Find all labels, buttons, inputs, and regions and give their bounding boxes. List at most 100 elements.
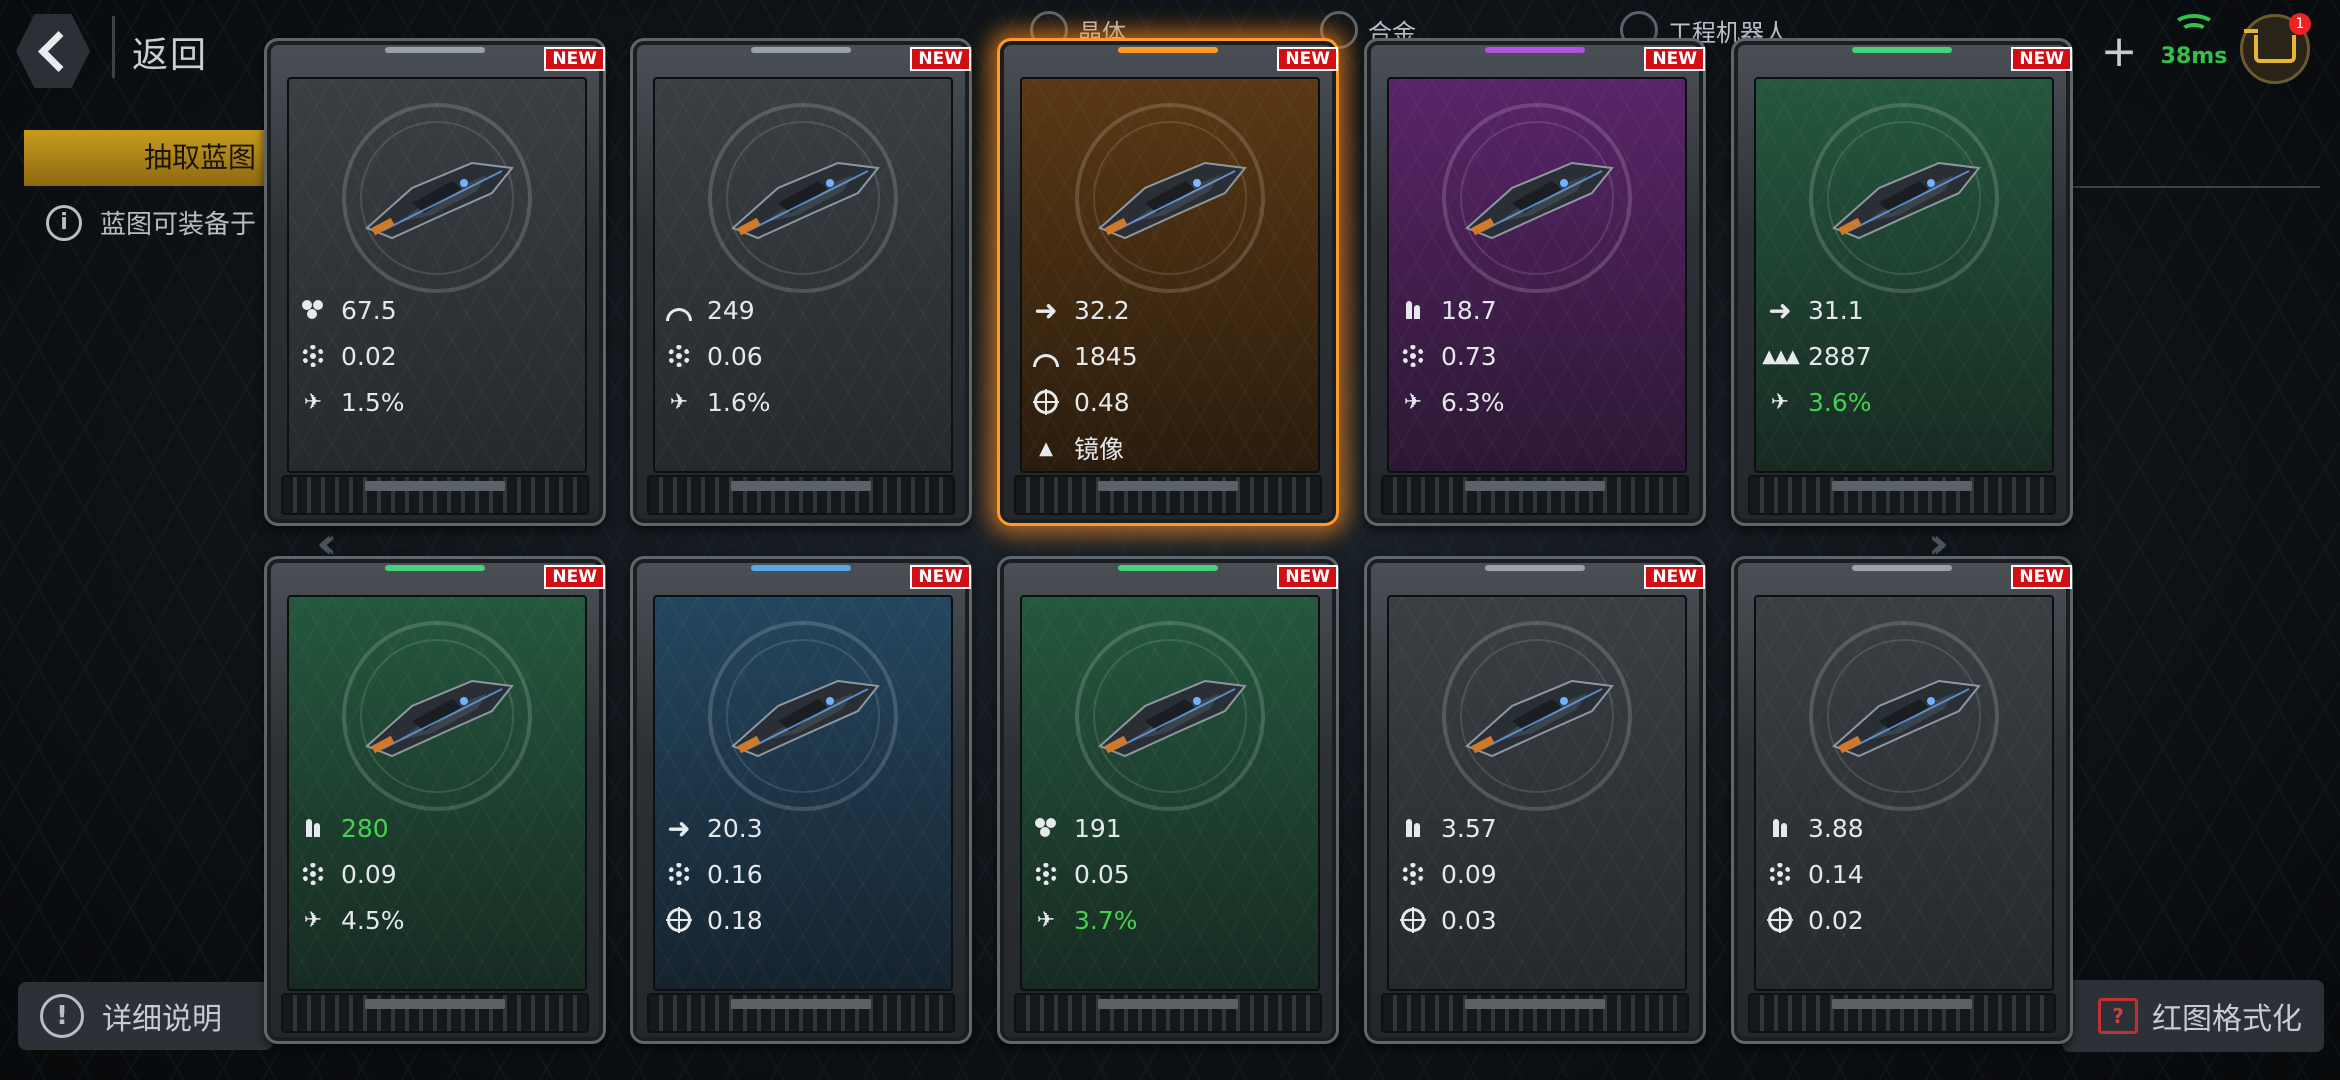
crosshair-icon	[1032, 388, 1060, 416]
stat-row: 18.7	[1399, 287, 1675, 333]
detail-button[interactable]: ! 详细说明	[18, 982, 273, 1050]
stat-value: 20.3	[707, 813, 763, 843]
hint-text: 蓝图可装备于	[100, 210, 257, 240]
stat-row: 0.09	[1399, 851, 1675, 897]
card-base	[1381, 475, 1689, 515]
stat-value: 6.3%	[1441, 387, 1505, 417]
card-base	[647, 993, 955, 1033]
blueprint-card[interactable]: NEW 18.7 0.73 ✈ 6.3%	[1364, 38, 1706, 526]
gear-icon	[1399, 342, 1427, 370]
info-icon: !	[40, 994, 84, 1038]
ship-image	[352, 133, 522, 263]
stat-value: 3.7%	[1074, 905, 1138, 935]
blueprint-card[interactable]: NEW ➜ 20.3 0.16 0.18	[630, 556, 972, 1044]
stat-row: 1845	[1032, 333, 1308, 379]
stat-row: 249	[665, 287, 941, 333]
stat-row: 0.18	[665, 897, 941, 943]
blueprint-card[interactable]: NEW 191 0.05 ✈ 3.7%	[997, 556, 1339, 1044]
format-icon: ?	[2098, 998, 2138, 1034]
ship-image	[1085, 133, 1255, 263]
blueprint-card[interactable]: NEW ➜ 31.1 ▲▲▲ 2887 ✈ 3.6%	[1731, 38, 2073, 526]
card-panel: 191 0.05 ✈ 3.7%	[1020, 595, 1320, 991]
stat-row: 0.48	[1032, 379, 1308, 425]
blueprint-card[interactable]: NEW ➜ 32.2 1845 0.48 ▲ 镜像	[997, 38, 1339, 526]
ship-image	[718, 651, 888, 781]
stat-value: 镜像	[1074, 435, 1125, 464]
ammo-icon	[1399, 814, 1427, 842]
stat-row: ✈ 4.5%	[299, 897, 575, 943]
network-status: 38ms	[2160, 14, 2228, 69]
detail-label: 详细说明	[102, 1002, 222, 1037]
rocket-icon: ✈	[303, 389, 323, 415]
blueprint-card[interactable]: NEW 3.57 0.09 0.03	[1364, 556, 1706, 1044]
card-panel: 249 0.06 ✈ 1.6%	[653, 77, 953, 473]
stat-value: 0.14	[1808, 859, 1864, 889]
ship-image	[1452, 133, 1622, 263]
card-panel: ➜ 31.1 ▲▲▲ 2887 ✈ 3.6%	[1754, 77, 2054, 473]
stat-row: ✈ 1.5%	[299, 379, 575, 425]
add-resource-button[interactable]: +	[2098, 30, 2140, 74]
new-badge: NEW	[2011, 47, 2072, 71]
dome-icon	[1032, 342, 1060, 370]
stat-value: 3.57	[1441, 813, 1497, 843]
stat-value: 0.18	[707, 905, 763, 935]
rocket-icon: ✈	[669, 389, 689, 415]
rocket-icon: ✈	[1770, 389, 1790, 415]
tab-draw-blueprint[interactable]: 抽取蓝图	[24, 130, 274, 186]
stat-row: 280	[299, 805, 575, 851]
cluster-icon	[1032, 814, 1060, 842]
stat-list: 249 0.06 ✈ 1.6%	[665, 287, 941, 425]
stat-row: ➜ 20.3	[665, 805, 941, 851]
stat-row: ▲ 镜像	[1032, 425, 1308, 471]
stat-list: ➜ 32.2 1845 0.48 ▲ 镜像	[1032, 287, 1308, 471]
rarity-indicator	[1118, 47, 1218, 53]
card-panel: ➜ 20.3 0.16 0.18	[653, 595, 953, 991]
back-label[interactable]: 返回	[132, 26, 208, 78]
shop-button[interactable]: 1	[2240, 13, 2311, 84]
gear-icon	[1399, 860, 1427, 888]
blueprint-card[interactable]: NEW 249 0.06 ✈ 1.6%	[630, 38, 972, 526]
stat-value: 0.73	[1441, 341, 1497, 371]
format-button[interactable]: ? 红图格式化	[2062, 980, 2324, 1052]
stat-row: ➜ 32.2	[1032, 287, 1308, 333]
hint-row: i 蓝图可装备于	[46, 204, 256, 241]
arrow-icon: ➜	[1034, 293, 1058, 327]
stat-list: ➜ 20.3 0.16 0.18	[665, 805, 941, 943]
ship-image	[1452, 651, 1622, 781]
chevron-left-icon	[37, 30, 79, 72]
info-icon: i	[46, 204, 82, 241]
card-base	[281, 475, 589, 515]
blueprint-card[interactable]: NEW 280 0.09 ✈ 4.5%	[264, 556, 606, 1044]
card-panel: 280 0.09 ✈ 4.5%	[287, 595, 587, 991]
new-badge: NEW	[2011, 565, 2072, 589]
ammo-icon	[299, 814, 327, 842]
new-badge: NEW	[1277, 47, 1338, 71]
stat-value: 2887	[1808, 341, 1872, 371]
gear-icon	[665, 860, 693, 888]
new-badge: NEW	[1644, 565, 1705, 589]
stat-value: 0.06	[707, 341, 763, 371]
stat-value: 0.03	[1441, 905, 1497, 935]
card-panel: ➜ 32.2 1845 0.48 ▲ 镜像	[1020, 77, 1320, 473]
notification-badge: 1	[2289, 13, 2311, 35]
card-panel: 18.7 0.73 ✈ 6.3%	[1387, 77, 1687, 473]
rarity-indicator	[1485, 565, 1585, 571]
mirror-icon: ▲	[1039, 437, 1053, 459]
stat-row: 0.06	[665, 333, 941, 379]
rocket-icon: ✈	[1036, 907, 1056, 933]
stat-list: 3.57 0.09 0.03	[1399, 805, 1675, 943]
stat-row: 67.5	[299, 287, 575, 333]
rarity-indicator	[1118, 565, 1218, 571]
stat-value: 0.09	[1441, 859, 1497, 889]
crosshair-icon	[1399, 906, 1427, 934]
stat-list: 191 0.05 ✈ 3.7%	[1032, 805, 1308, 943]
blueprint-card[interactable]: NEW 3.88 0.14 0.02	[1731, 556, 2073, 1044]
stat-value: 31.1	[1808, 295, 1864, 325]
blueprint-card[interactable]: NEW 67.5 0.02 ✈ 1.5%	[264, 38, 606, 526]
stat-row: 0.14	[1766, 851, 2042, 897]
stat-row: 0.05	[1032, 851, 1308, 897]
rarity-indicator	[1852, 565, 1952, 571]
dome-icon	[665, 296, 693, 324]
stat-value: 3.88	[1808, 813, 1864, 843]
arrow-icon: ➜	[1768, 293, 1792, 327]
